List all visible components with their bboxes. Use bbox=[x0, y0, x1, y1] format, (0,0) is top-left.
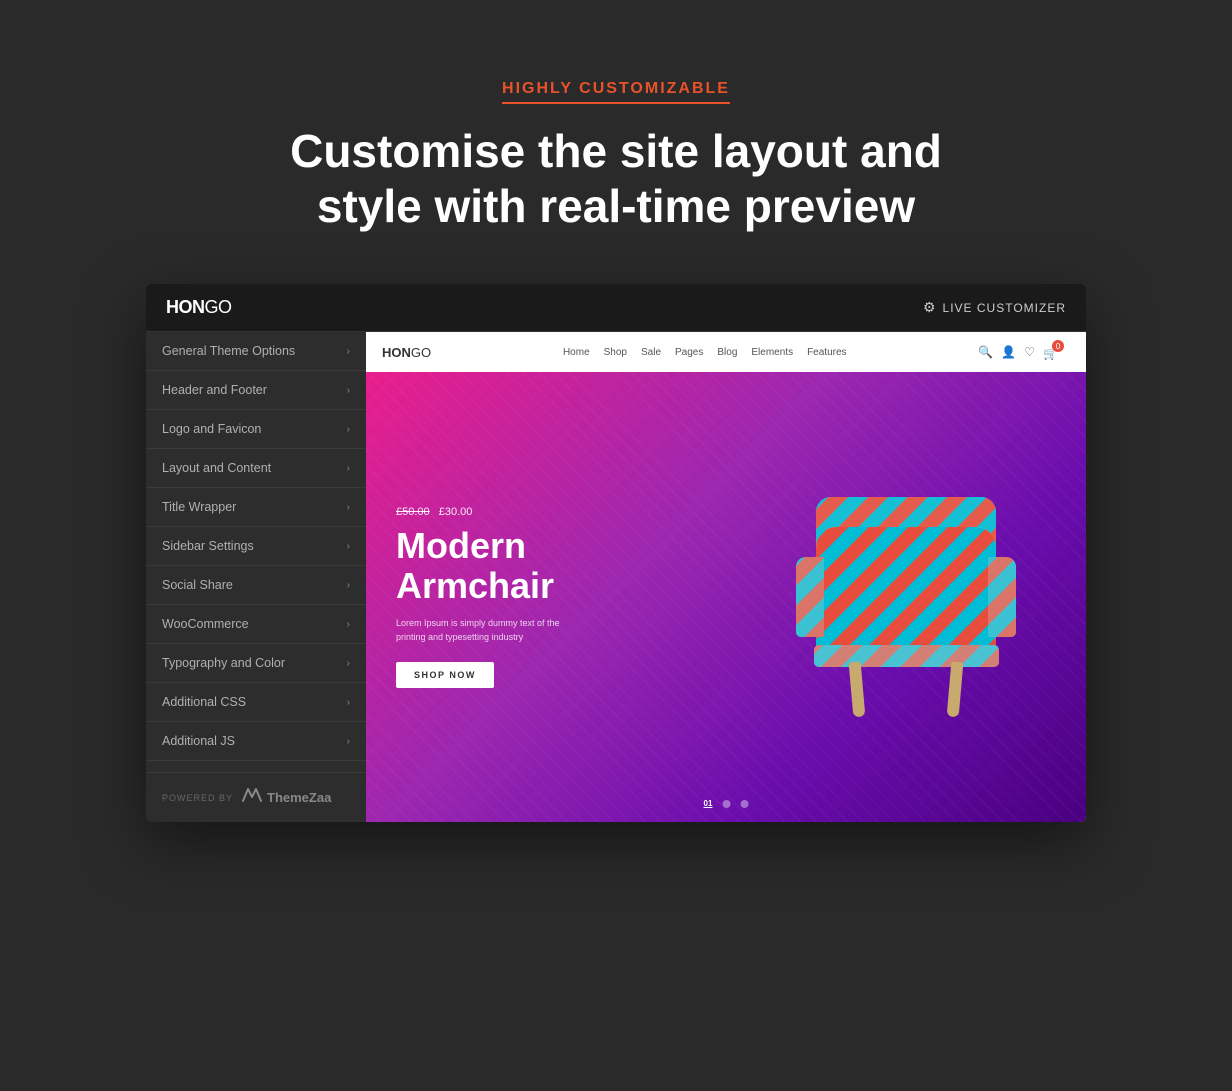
armchair-illustration bbox=[786, 497, 1026, 717]
preview-nav-icons: 🔍 👤 ♡ 🛒0 bbox=[978, 344, 1070, 361]
chevron-right-icon: › bbox=[347, 658, 350, 669]
mockup-body: General Theme Options › Header and Foote… bbox=[146, 332, 1086, 822]
chevron-right-icon: › bbox=[347, 697, 350, 708]
chevron-right-icon: › bbox=[347, 346, 350, 357]
hero-title: Modern Armchair bbox=[396, 526, 656, 605]
themezaa-icon bbox=[241, 787, 263, 808]
themezaa-brand-name: ThemeZaa bbox=[267, 790, 331, 805]
live-customizer-button[interactable]: ⚙ LIVE CUSTOMIZER bbox=[923, 299, 1066, 316]
chevron-right-icon: › bbox=[347, 424, 350, 435]
chair-armrest-left bbox=[796, 557, 824, 637]
search-icon: 🔍 bbox=[978, 345, 993, 359]
sidebar-item-logo-favicon[interactable]: Logo and Favicon › bbox=[146, 410, 366, 449]
zigzag-pattern bbox=[796, 557, 824, 637]
chair-seat bbox=[814, 645, 999, 667]
hero-price: £50.00 £30.00 bbox=[396, 506, 656, 518]
hero-slider-dots: 01 bbox=[704, 799, 749, 808]
sidebar-item-typography-color[interactable]: Typography and Color › bbox=[146, 644, 366, 683]
mockup-topbar: HONGO ⚙ LIVE CUSTOMIZER bbox=[146, 284, 1086, 332]
chevron-right-icon: › bbox=[347, 463, 350, 474]
chevron-right-icon: › bbox=[347, 580, 350, 591]
old-price: £50.00 bbox=[396, 506, 430, 518]
sidebar-item-additional-js[interactable]: Additional JS › bbox=[146, 722, 366, 761]
sidebar-item-title-wrapper[interactable]: Title Wrapper › bbox=[146, 488, 366, 527]
chevron-right-icon: › bbox=[347, 502, 350, 513]
sidebar-item-sidebar-settings[interactable]: Sidebar Settings › bbox=[146, 527, 366, 566]
user-icon: 👤 bbox=[1001, 345, 1016, 359]
chair-leg-right bbox=[947, 662, 964, 718]
hero-content: £50.00 £30.00 Modern Armchair Lorem Ipsu… bbox=[366, 476, 686, 718]
preview-nav-links: Home Shop Sale Pages Blog Elements Featu… bbox=[563, 347, 847, 358]
sidebar-item-layout-content[interactable]: Layout and Content › bbox=[146, 449, 366, 488]
chevron-right-icon: › bbox=[347, 619, 350, 630]
zigzag-pattern bbox=[814, 645, 999, 667]
new-price: £30.00 bbox=[439, 506, 473, 518]
sidebar-menu: General Theme Options › Header and Foote… bbox=[146, 332, 366, 761]
chevron-right-icon: › bbox=[347, 541, 350, 552]
wishlist-icon: ♡ bbox=[1024, 345, 1035, 359]
chevron-right-icon: › bbox=[347, 385, 350, 396]
sidebar-item-general-theme-options[interactable]: General Theme Options › bbox=[146, 332, 366, 371]
slide-dot-2[interactable] bbox=[722, 800, 730, 808]
sidebar-item-header-footer[interactable]: Header and Footer › bbox=[146, 371, 366, 410]
chair-body bbox=[816, 527, 996, 657]
top-section: HIGHLY CUSTOMIZABLE Customise the site l… bbox=[290, 80, 942, 234]
sidebar: General Theme Options › Header and Foote… bbox=[146, 332, 366, 822]
slide-dot-1[interactable]: 01 bbox=[704, 799, 713, 808]
hero-product-image bbox=[766, 382, 1046, 822]
zigzag-pattern bbox=[816, 527, 996, 657]
gear-icon: ⚙ bbox=[923, 299, 937, 316]
zigzag-pattern bbox=[988, 557, 1016, 637]
preview-hero: £50.00 £30.00 Modern Armchair Lorem Ipsu… bbox=[366, 372, 1086, 822]
shop-now-button[interactable]: SHOP NOW bbox=[396, 662, 494, 688]
cart-count: 0 bbox=[1052, 340, 1064, 352]
main-heading: Customise the site layout and style with… bbox=[290, 124, 942, 234]
sidebar-footer: Powered By ThemeZaa bbox=[146, 772, 366, 822]
preview-logo: HONGO bbox=[382, 345, 431, 360]
themezaa-logo: ThemeZaa bbox=[241, 787, 331, 808]
cart-icon: 🛒0 bbox=[1043, 344, 1070, 361]
preview-area: HONGO Home Shop Sale Pages Blog Elements… bbox=[366, 332, 1086, 822]
chair-armrest-right bbox=[988, 557, 1016, 637]
chair-leg-left bbox=[849, 662, 866, 718]
powered-by-label: Powered By bbox=[162, 793, 233, 803]
hero-description: Lorem Ipsum is simply dummy text of the … bbox=[396, 617, 576, 644]
sidebar-item-social-share[interactable]: Social Share › bbox=[146, 566, 366, 605]
chevron-right-icon: › bbox=[347, 736, 350, 747]
mockup-logo: HONGO bbox=[166, 297, 232, 318]
sidebar-item-woocommerce[interactable]: WooCommerce › bbox=[146, 605, 366, 644]
tagline: HIGHLY CUSTOMIZABLE bbox=[502, 80, 730, 104]
ui-mockup: HONGO ⚙ LIVE CUSTOMIZER General Theme Op… bbox=[146, 284, 1086, 822]
slide-dot-3[interactable] bbox=[740, 800, 748, 808]
preview-nav: HONGO Home Shop Sale Pages Blog Elements… bbox=[366, 332, 1086, 372]
sidebar-item-additional-css[interactable]: Additional CSS › bbox=[146, 683, 366, 722]
